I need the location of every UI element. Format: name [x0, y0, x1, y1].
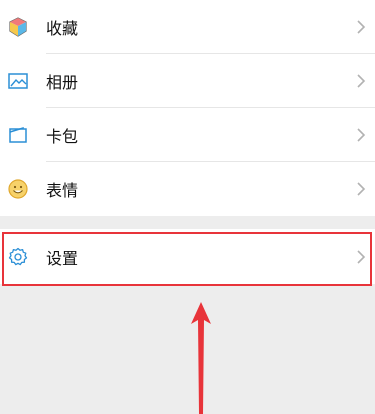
sticker-icon	[7, 178, 29, 200]
section-gap	[0, 216, 375, 229]
chevron-right-icon	[357, 20, 366, 34]
chevron-right-icon	[357, 249, 366, 264]
menu-item-favorites[interactable]: 收藏	[0, 0, 375, 54]
card-wallet-icon	[7, 124, 29, 146]
menu-item-label: 卡包	[46, 129, 79, 146]
annotation-arrow-icon	[191, 302, 211, 414]
menu-item-label: 设置	[46, 250, 79, 268]
menu-item-label: 收藏	[46, 21, 79, 38]
menu-item-card-wallet[interactable]: 卡包	[0, 108, 375, 162]
menu-group-main: 收藏 相册 卡包 表情	[0, 0, 375, 216]
menu-group-settings: 设置	[0, 229, 375, 284]
menu-item-settings[interactable]: 设置	[0, 229, 375, 284]
chevron-right-icon	[357, 74, 366, 88]
chevron-right-icon	[357, 128, 366, 142]
menu-item-label: 表情	[46, 183, 79, 200]
chevron-right-icon	[357, 182, 366, 196]
menu-item-album[interactable]: 相册	[0, 54, 375, 108]
album-icon	[7, 70, 29, 92]
gear-icon	[7, 246, 29, 268]
favorites-icon	[7, 16, 29, 38]
menu-item-label: 相册	[46, 75, 79, 92]
menu-item-stickers[interactable]: 表情	[0, 162, 375, 216]
